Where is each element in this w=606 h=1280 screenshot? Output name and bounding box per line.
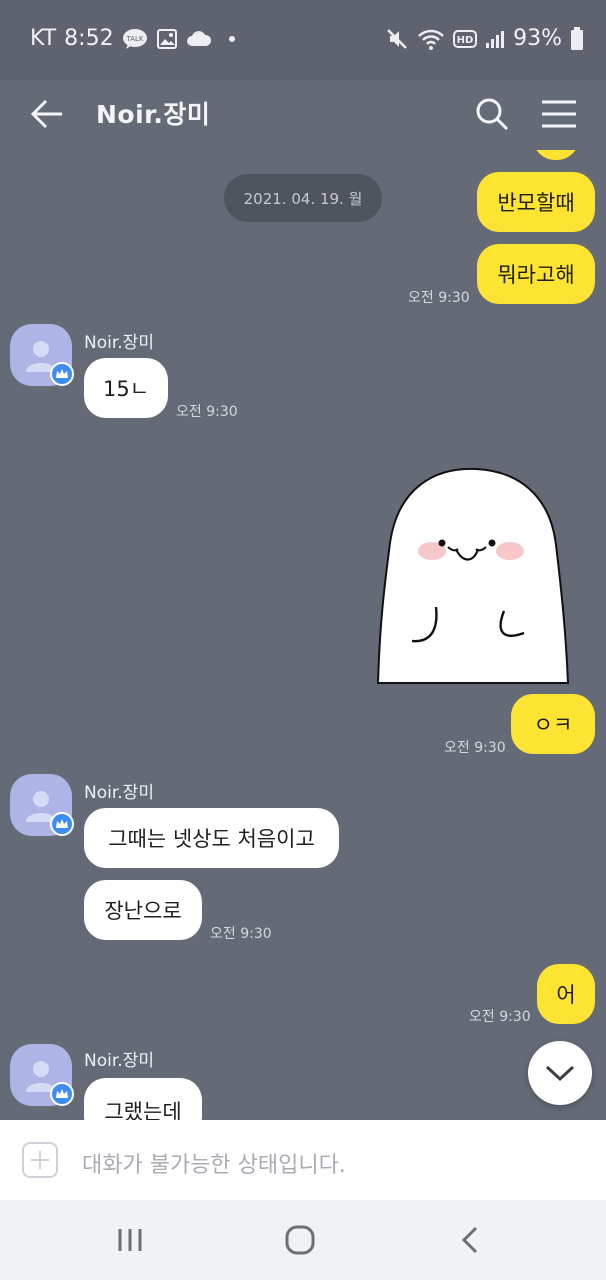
svg-text:HD: HD xyxy=(457,35,474,46)
plus-icon[interactable] xyxy=(22,1142,58,1178)
mute-icon xyxy=(385,27,409,51)
message-time: 오전 9:30 xyxy=(408,290,470,306)
chat-header: Noir.장미 xyxy=(0,80,606,150)
battery-icon xyxy=(570,26,584,51)
battery-label: 93% xyxy=(513,26,562,51)
status-bar: KT 8:52 TALK HD 93% xyxy=(0,0,606,80)
home-icon[interactable] xyxy=(280,1222,320,1258)
back-arrow-icon[interactable] xyxy=(28,94,68,134)
clock-label: 8:52 xyxy=(64,26,114,51)
recent-apps-icon[interactable] xyxy=(110,1222,150,1258)
sender-name: Noir.장미 xyxy=(84,1051,154,1071)
message-bubble-theirs[interactable]: 그랬는데 xyxy=(84,1078,202,1120)
disabled-input-placeholder: 대화가 불가능한 상태입니다. xyxy=(82,1153,346,1178)
message-input-bar: 대화가 불가능한 상태입니다. xyxy=(0,1120,606,1200)
avatar[interactable] xyxy=(10,1044,74,1106)
talk-icon: TALK xyxy=(122,28,148,50)
crown-badge-icon xyxy=(50,362,74,386)
message-bubble-mine[interactable]: 어 xyxy=(537,964,595,1024)
date-divider: 2021. 04. 19. 월 xyxy=(224,174,382,222)
system-nav-bar xyxy=(0,1200,606,1280)
gallery-icon xyxy=(156,28,178,50)
chat-title: Noir.장미 xyxy=(96,100,211,129)
search-icon[interactable] xyxy=(472,94,512,134)
chat-area[interactable]: 2021. 04. 19. 월 반모할때 뭐라고해 오전 9:30 Noir.장… xyxy=(0,150,606,1120)
message-time: 오전 9:30 xyxy=(444,740,506,756)
message-time: 오전 9:30 xyxy=(176,404,238,420)
message-bubble-cut xyxy=(533,150,579,160)
wifi-icon xyxy=(417,27,445,51)
message-bubble-theirs[interactable]: 15ㄴ xyxy=(84,358,168,418)
menu-icon[interactable] xyxy=(538,94,580,134)
white-ghost-sticker[interactable] xyxy=(376,465,570,685)
message-bubble-mine[interactable]: 뭐라고해 xyxy=(477,244,595,304)
crown-badge-icon xyxy=(50,1082,74,1106)
crown-badge-icon xyxy=(50,812,74,836)
scroll-to-bottom-button[interactable] xyxy=(528,1041,592,1105)
message-bubble-theirs[interactable]: 장난으로 xyxy=(84,880,202,940)
hd-icon: HD xyxy=(453,29,478,48)
dot-icon xyxy=(228,35,236,43)
message-time: 오전 9:30 xyxy=(469,1009,531,1025)
svg-text:TALK: TALK xyxy=(125,35,143,43)
chevron-down-icon xyxy=(545,1065,575,1082)
message-bubble-theirs[interactable]: 그때는 넷상도 처음이고 xyxy=(84,808,339,868)
avatar[interactable] xyxy=(10,324,74,386)
sender-name: Noir.장미 xyxy=(84,333,154,353)
signal-icon xyxy=(485,29,505,49)
carrier-label: KT xyxy=(30,26,57,51)
message-bubble-mine[interactable]: ㅇㅋ xyxy=(511,694,595,754)
back-icon[interactable] xyxy=(450,1222,490,1258)
cloud-icon xyxy=(186,30,212,48)
avatar[interactable] xyxy=(10,774,74,836)
message-time: 오전 9:30 xyxy=(210,926,272,942)
sender-name: Noir.장미 xyxy=(84,783,154,803)
message-bubble-mine[interactable]: 반모할때 xyxy=(477,172,595,232)
